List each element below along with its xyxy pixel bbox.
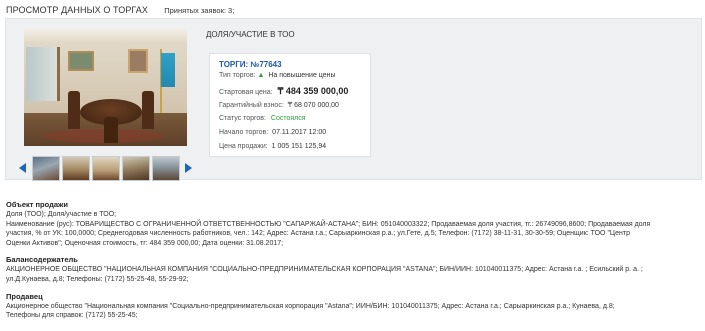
page-title: ПРОСМОТР ДАННЫХ О ТОРГАХ [6,5,149,15]
guarantee-value: ₸ 68 070 000,00 [287,102,339,109]
photo-chair [142,91,154,129]
thumbnail-2[interactable] [62,156,90,181]
photo-flag [161,53,175,87]
sale-price-label: Цена продажи: [219,143,268,150]
photo-chair [68,91,80,129]
section-title: Объект продажи [6,200,68,209]
lot-panel: ДОЛЯ/УЧАСТИЕ В ТОО ТОРГИ: №77643 Тип тор… [5,18,702,182]
lot-heading: ДОЛЯ/УЧАСТИЕ В ТОО [206,30,295,39]
sale-price-row: Цена продажи: 1 005 151 125,94 [219,143,326,150]
section-line: Акционерное общество "Национальная компа… [6,302,615,310]
section-line: Наименование (рус): ТОВАРИЩЕСТВО С ОГРАН… [6,220,651,228]
section-line: ул.Д.Кунаева, д.8; Телефоны: (7172) 55-2… [6,275,189,283]
section-balance-holder: Балансодержатель АКЦИОНЕРНОЕ ОБЩЕСТВО "Н… [6,255,701,284]
thumbnail-1[interactable] [32,156,60,181]
sale-price-value: 1 005 151 125,94 [271,143,327,150]
section-seller: Продавец Акционерное общество "Националь… [6,292,701,321]
thumbnail-strip [15,154,196,182]
section-line: Оценки Активов"; Оценочная стоимость, тг… [6,239,284,247]
start-price-value: ₸ 484 359 000,00 [277,86,349,96]
photo-window [26,47,60,101]
auction-number[interactable]: ТОРГИ: №77643 [219,60,282,69]
previous-photo-arrow-icon[interactable] [19,163,26,173]
guarantee-row: Гарантийный взнос: ₸ 68 070 000,00 [219,101,339,109]
section-line: Телефоны для справок: (7172) 55-25-45; [6,312,138,320]
auction-info-card: ТОРГИ: №77643 Тип торгов: ▲ На повышение… [209,53,371,157]
section-line: АКЦИОНЕРНОЕ ОБЩЕСТВО "НАЦИОНАЛЬНАЯ КОМПА… [6,266,643,274]
auction-type-label: Тип торгов: [219,72,256,79]
start-date-row: Начало торгов: 07.11.2017 12:00 [219,129,326,136]
start-date-label: Начало торгов: [219,129,269,136]
main-photo[interactable] [24,29,187,146]
photo-chair [104,117,118,143]
thumbnail-4[interactable] [122,156,150,181]
auction-type-row: Тип торгов: ▲ На повышение цены [219,72,336,79]
section-title: Балансодержатель [6,255,78,265]
price-up-icon: ▲ [257,72,265,79]
photo-portrait [128,49,148,73]
section-line: участия, % от УК: 100,0000; Среднегодова… [6,230,630,238]
lot-details: Объект продажи Доля (ТОО); Доля/участие … [6,200,701,321]
section-object: Объект продажи Доля (ТОО); Доля/участие … [6,200,701,248]
next-photo-arrow-icon[interactable] [185,163,192,173]
status-label: Статус торгов: [219,115,266,122]
applications-count: Принятых заявок: 3; [164,6,235,15]
start-price-row: Стартовая цена: ₸ 484 359 000,00 [219,86,348,97]
thumbnail-3[interactable] [92,156,120,181]
auction-type-value: На повышение цены [268,72,336,79]
status-row: Статус торгов: Состоялся [219,115,306,122]
start-date-value: 07.11.2017 12:00 [272,129,327,136]
guarantee-label: Гарантийный взнос: [219,102,284,109]
thumbnail-5[interactable] [152,156,180,181]
photo-ceiling [24,29,187,43]
status-value: Состоялся [270,115,306,122]
section-title: Продавец [6,291,43,301]
page-header: ПРОСМОТР ДАННЫХ О ТОРГАХ Принятых заявок… [6,5,234,17]
photo-painting [68,51,94,71]
section-line: Доля (ТОО); Доля/участие в ТОО; [6,211,117,218]
start-price-label: Стартовая цена: [219,89,273,96]
